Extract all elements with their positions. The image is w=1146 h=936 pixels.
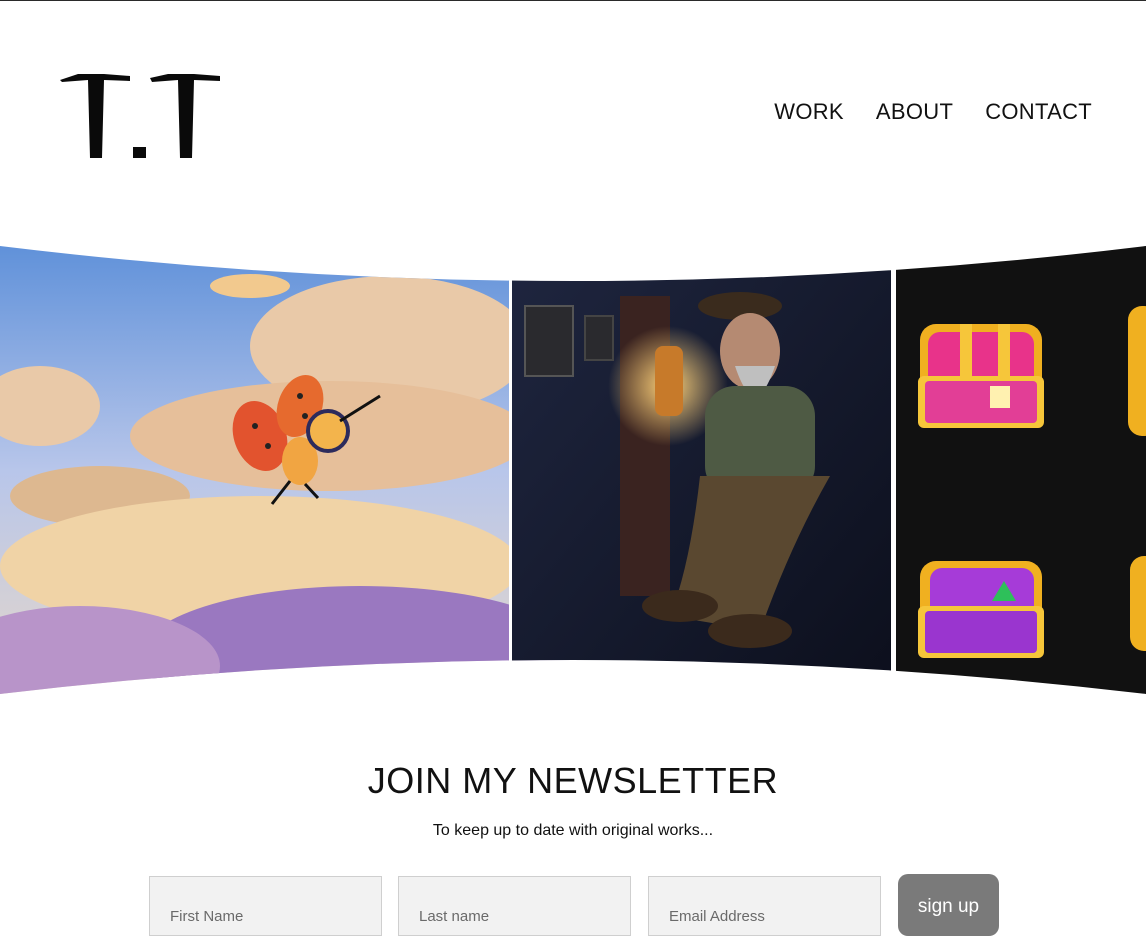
newsletter-title: JOIN MY NEWSLETTER [367,760,779,801]
first-name-input[interactable] [149,876,382,936]
sign-up-button[interactable]: sign up [898,874,999,936]
artwork-old-man[interactable] [512,236,891,706]
artwork-carousel[interactable] [0,236,1146,706]
email-input[interactable] [648,876,881,936]
nav-contact[interactable]: CONTACT [985,99,1092,125]
newsletter-subtitle: To keep up to date with original works..… [432,822,714,839]
top-border [0,0,1146,1]
last-name-input[interactable] [398,876,631,936]
artwork-ladybug[interactable] [0,236,580,706]
artwork-treasure-chests[interactable] [896,236,1146,706]
logo[interactable] [58,70,222,162]
logo-mark [60,74,220,158]
nav-work[interactable]: WORK [774,99,844,125]
nav-about[interactable]: ABOUT [876,99,953,125]
main-nav: WORK ABOUT CONTACT [774,99,1092,125]
